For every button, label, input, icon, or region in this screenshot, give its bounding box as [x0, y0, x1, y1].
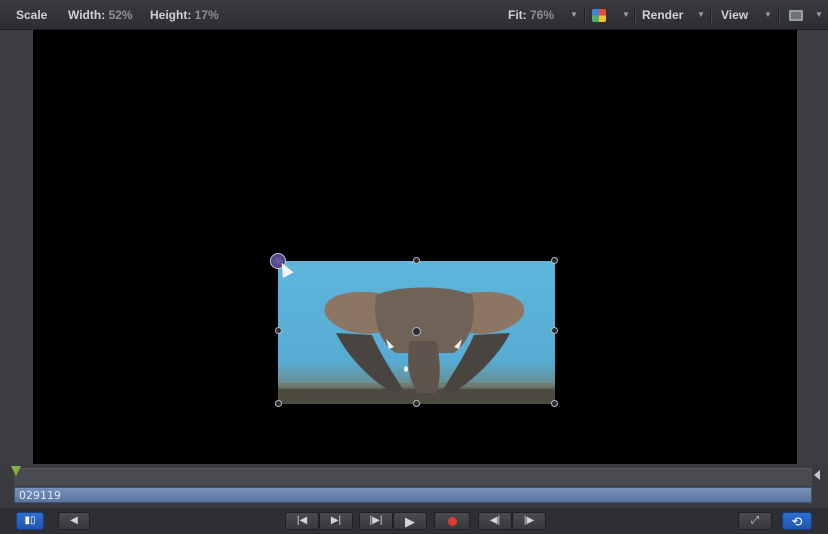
clip-name: 029119 — [19, 489, 61, 502]
color-swatch-icon[interactable] — [592, 9, 606, 22]
loop-icon[interactable]: ⟲ — [782, 512, 812, 530]
height-label: Height: — [150, 8, 192, 22]
scale-handle-top-right[interactable] — [551, 257, 558, 264]
previous-keyframe-icon[interactable]: ◀| — [478, 512, 512, 530]
anchor-point-handle[interactable] — [412, 327, 421, 336]
render-menu[interactable]: Render — [642, 8, 683, 22]
fit-zoom-popup[interactable]: Fit: 76% — [508, 8, 554, 22]
record-icon — [447, 516, 457, 526]
timeline-ruler[interactable] — [14, 468, 812, 486]
speaker-icon[interactable]: ◀ — [58, 512, 90, 530]
tool-name: Scale — [16, 8, 48, 22]
scale-handle-bottom-right[interactable] — [551, 400, 558, 407]
divider — [584, 6, 585, 24]
grid-layout-icon[interactable] — [789, 10, 803, 21]
canvas-margin-right — [797, 30, 828, 464]
go-to-start-icon[interactable]: |◀ — [285, 512, 319, 530]
fit-chevron-down-icon[interactable]: ▼ — [570, 10, 578, 19]
timeline-clip-bar[interactable]: 029119 — [14, 487, 812, 503]
canvas-status-bar: Scale Width: 52% Height: 17% Fit: 76% ▼ … — [0, 0, 828, 30]
play-icon[interactable]: ▶ — [393, 512, 427, 530]
divider — [710, 6, 711, 24]
scale-handle-top[interactable] — [413, 257, 420, 264]
channels-chevron-down-icon[interactable]: ▼ — [622, 10, 630, 19]
scale-handle-bottom-left[interactable] — [275, 400, 282, 407]
divider — [778, 6, 779, 24]
record-button[interactable] — [434, 512, 470, 530]
height-readout: Height: 17% — [150, 8, 219, 22]
playhead-marker-icon[interactable] — [11, 466, 21, 476]
height-value: 17% — [194, 8, 219, 22]
divider — [634, 6, 635, 24]
view-chevron-down-icon[interactable]: ▼ — [764, 10, 772, 19]
scale-handle-bottom[interactable] — [413, 400, 420, 407]
out-point-marker-icon[interactable] — [814, 470, 820, 480]
fit-label: Fit: — [508, 8, 527, 22]
play-range-icon[interactable]: ▮▯ — [16, 512, 44, 530]
width-readout: Width: 52% — [68, 8, 133, 22]
layout-chevron-down-icon[interactable]: ▼ — [815, 10, 823, 19]
width-label: Width: — [68, 8, 106, 22]
render-chevron-down-icon[interactable]: ▼ — [697, 10, 705, 19]
canvas-margin-left — [0, 30, 33, 464]
width-value: 52% — [108, 8, 133, 22]
step-back-icon[interactable]: ▶| — [319, 512, 353, 530]
scale-handle-right[interactable] — [551, 327, 558, 334]
view-menu[interactable]: View — [721, 8, 748, 22]
scale-handle-left[interactable] — [275, 327, 282, 334]
fit-value: 76% — [530, 8, 555, 22]
next-keyframe-icon[interactable]: |▶ — [512, 512, 546, 530]
fullscreen-icon[interactable]: ⤢ — [738, 512, 772, 530]
step-forward-icon[interactable]: |▶| — [359, 512, 393, 530]
